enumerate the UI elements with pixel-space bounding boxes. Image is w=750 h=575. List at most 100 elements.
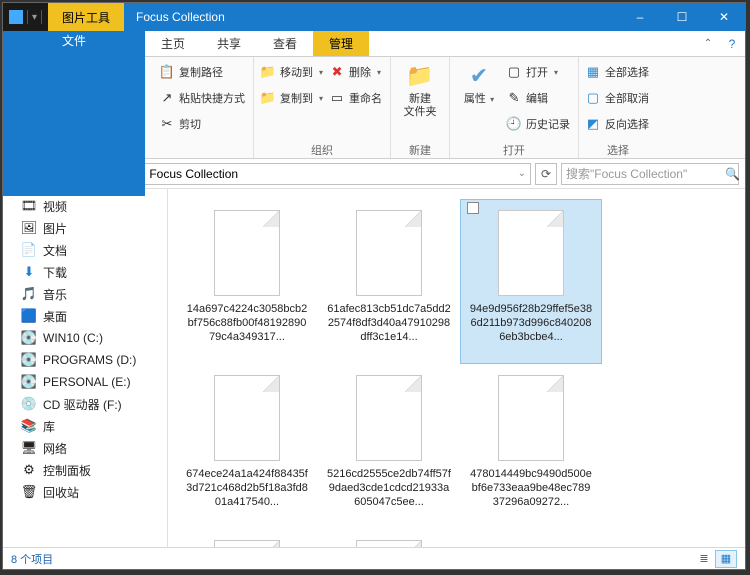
file-thumbnail [214,210,280,296]
file-name: 61afec813cb51dc7a5dd22574f8df3d40a479102… [323,302,455,344]
chevron-down-icon: ▾ [319,68,323,77]
tab-share[interactable]: 共享 [201,31,257,56]
file-item[interactable]: 5216cd2555ce2db74ff57f9daed3cde1cdcd2193… [318,364,460,529]
properties-button[interactable]: ✔ 属性 ▾ [454,59,504,141]
tree-item-icon: 🗑 [21,484,37,500]
select-invert-label: 反向选择 [605,116,649,132]
tree-item[interactable]: 📄文档 [3,239,167,261]
tree-item-label: 库 [43,418,55,435]
maximize-button[interactable]: ☐ [661,3,703,31]
tree-item[interactable]: 🖥网络 [3,437,167,459]
tree-item-icon: 📄 [21,242,37,258]
tree-item[interactable]: 📚库 [3,415,167,437]
select-none-button[interactable]: ▢全部取消 [585,87,649,109]
file-item[interactable]: 94e9d956f28b29ffef5e386d211b973d996c8402… [460,199,602,364]
address-input[interactable]: › Focus Collection ⌄ [113,163,531,185]
copyto-button[interactable]: 📁复制到▾ [260,87,323,109]
refresh-button[interactable]: ⟳ [535,163,557,185]
tree-item[interactable]: ⚙控制面板 [3,459,167,481]
help-icon[interactable]: ? [719,31,745,56]
tree-item-icon: 🟦 [21,308,37,324]
group-label-open: 打开 [454,142,574,158]
ribbon-group-open: ✔ 属性 ▾ ▢打开▾ ✎编辑 🕘历史记录 打开 [450,57,579,158]
content-area: 🎞视频🖼图片📄文档⬇下载🎵音乐🟦桌面 💽 WIN10 (C:) 💽PROGRAMS (… [3,189,745,547]
window-title: Focus Collection [124,3,619,31]
tree-item-icon: 🎵 [21,286,37,302]
tree-item[interactable]: 🟦桌面 [3,305,167,327]
ribbon-group-organize: 📁移动到▾ 📁复制到▾ ✖删除▾ ▭重命名 组织 [254,57,391,158]
tree-item-icon: 💽 [21,374,37,390]
select-invert-button[interactable]: ◩反向选择 [585,113,649,135]
file-thumbnail [214,540,280,547]
nav-tree[interactable]: 🎞视频🖼图片📄文档⬇下载🎵音乐🟦桌面 💽 WIN10 (C:) 💽PROGRAMS (… [3,189,168,547]
tab-file[interactable]: 文件 [3,31,145,196]
cut-button[interactable]: ✂剪切 [159,113,245,135]
tree-item[interactable]: 💽 WIN10 (C:) [3,327,167,349]
delete-label: 删除 [349,64,371,80]
copyto-label: 复制到 [280,90,313,106]
search-box[interactable]: 🔍 [561,163,739,185]
select-all-button[interactable]: ▦全部选择 [585,61,649,83]
tree-item-label: 控制面板 [43,462,91,479]
file-item[interactable]: ad466945e328e5bbde0cddd44ce85af3fda65ac1… [176,529,318,547]
rename-button[interactable]: ▭重命名 [329,87,382,109]
copypath-button[interactable]: 📋复制路径 [159,61,245,83]
delete-button[interactable]: ✖删除▾ [329,61,382,83]
paste-shortcut-button[interactable]: ↗粘贴快捷方式 [159,87,245,109]
tab-view[interactable]: 查看 [257,31,313,56]
folder-icon: 📁 [405,61,435,91]
history-icon: 🕘 [506,116,522,132]
tree-item-label: WIN10 (C:) [43,331,103,345]
select-none-label: 全部取消 [605,90,649,106]
tree-item[interactable]: 💽PROGRAMS (D:) [3,349,167,371]
tree-item[interactable]: 🗑回收站 [3,481,167,503]
chevron-down-icon: ▾ [488,95,494,104]
open-button[interactable]: ▢打开▾ [506,61,570,83]
tree-item-label: 视频 [43,198,67,215]
tree-item[interactable]: 💽PERSONAL (E:) [3,371,167,393]
newfolder-button[interactable]: 📁 新建 文件夹 [395,59,445,141]
open-icon: ▢ [506,64,522,80]
file-checkbox[interactable] [467,202,479,214]
tree-item-icon: 💽 [21,330,37,346]
tree-item[interactable]: 🎵音乐 [3,283,167,305]
view-details-button[interactable]: ≣ [693,550,715,568]
search-icon: 🔍 [725,167,740,181]
ribbon-group-select: ▦全部选择 ▢全部取消 ◩反向选择 选择 [579,57,657,158]
moveto-button[interactable]: 📁移动到▾ [260,61,323,83]
file-item[interactable]: 61afec813cb51dc7a5dd22574f8df3d40a479102… [318,199,460,364]
ribbon-group-new: 📁 新建 文件夹 新建 [391,57,450,158]
tree-item-icon: ⬇ [21,264,37,280]
file-item[interactable]: 14a697c4224c3058bcb2bf756c88fb00f4819289… [176,199,318,364]
file-item[interactable]: 478014449bc9490d500ebf6e733eaa9be48ec789… [460,364,602,529]
history-button[interactable]: 🕘历史记录 [506,113,570,135]
chevron-down-icon[interactable]: ⌄ [518,168,526,179]
select-all-label: 全部选择 [605,64,649,80]
group-label-select: 选择 [583,142,653,158]
tab-home[interactable]: 主页 [145,31,201,56]
edit-label: 编辑 [526,90,548,106]
copypath-label: 复制路径 [179,64,223,80]
qat-dropdown-icon[interactable]: ▾ [32,12,37,23]
group-label-new: 新建 [395,142,445,158]
close-button[interactable]: ✕ [703,3,745,31]
tab-manage[interactable]: 管理 [313,31,369,56]
edit-button[interactable]: ✎编辑 [506,87,570,109]
title-bar: ▾ 图片工具 Focus Collection – ☐ ✕ [3,3,745,31]
paste-shortcut-label: 粘贴快捷方式 [179,90,245,106]
file-item[interactable]: bbf14181b4f056e890856e54f13c58b23112538b… [318,529,460,547]
view-icons-button[interactable]: ▦ [715,550,737,568]
tree-item[interactable]: ⬇下载 [3,261,167,283]
minimize-button[interactable]: – [619,3,661,31]
file-list[interactable]: 14a697c4224c3058bcb2bf756c88fb00f4819289… [168,189,745,547]
file-thumbnail [356,540,422,547]
tree-item[interactable]: 🎞视频 [3,195,167,217]
search-input[interactable] [566,167,721,181]
file-item[interactable]: 674ece24a1a424f88435f3d721c468d2b5f18a3f… [176,364,318,529]
moveto-icon: 📁 [260,64,276,80]
group-label-organize: 组织 [258,142,386,158]
tree-item[interactable]: 💿CD 驱动器 (F:) [3,393,167,415]
ribbon-collapse-icon[interactable]: ⌃ [697,31,719,56]
ribbon-tabs: 文件 主页 共享 查看 管理 ⌃ ? [3,31,745,57]
tree-item[interactable]: 🖼图片 [3,217,167,239]
